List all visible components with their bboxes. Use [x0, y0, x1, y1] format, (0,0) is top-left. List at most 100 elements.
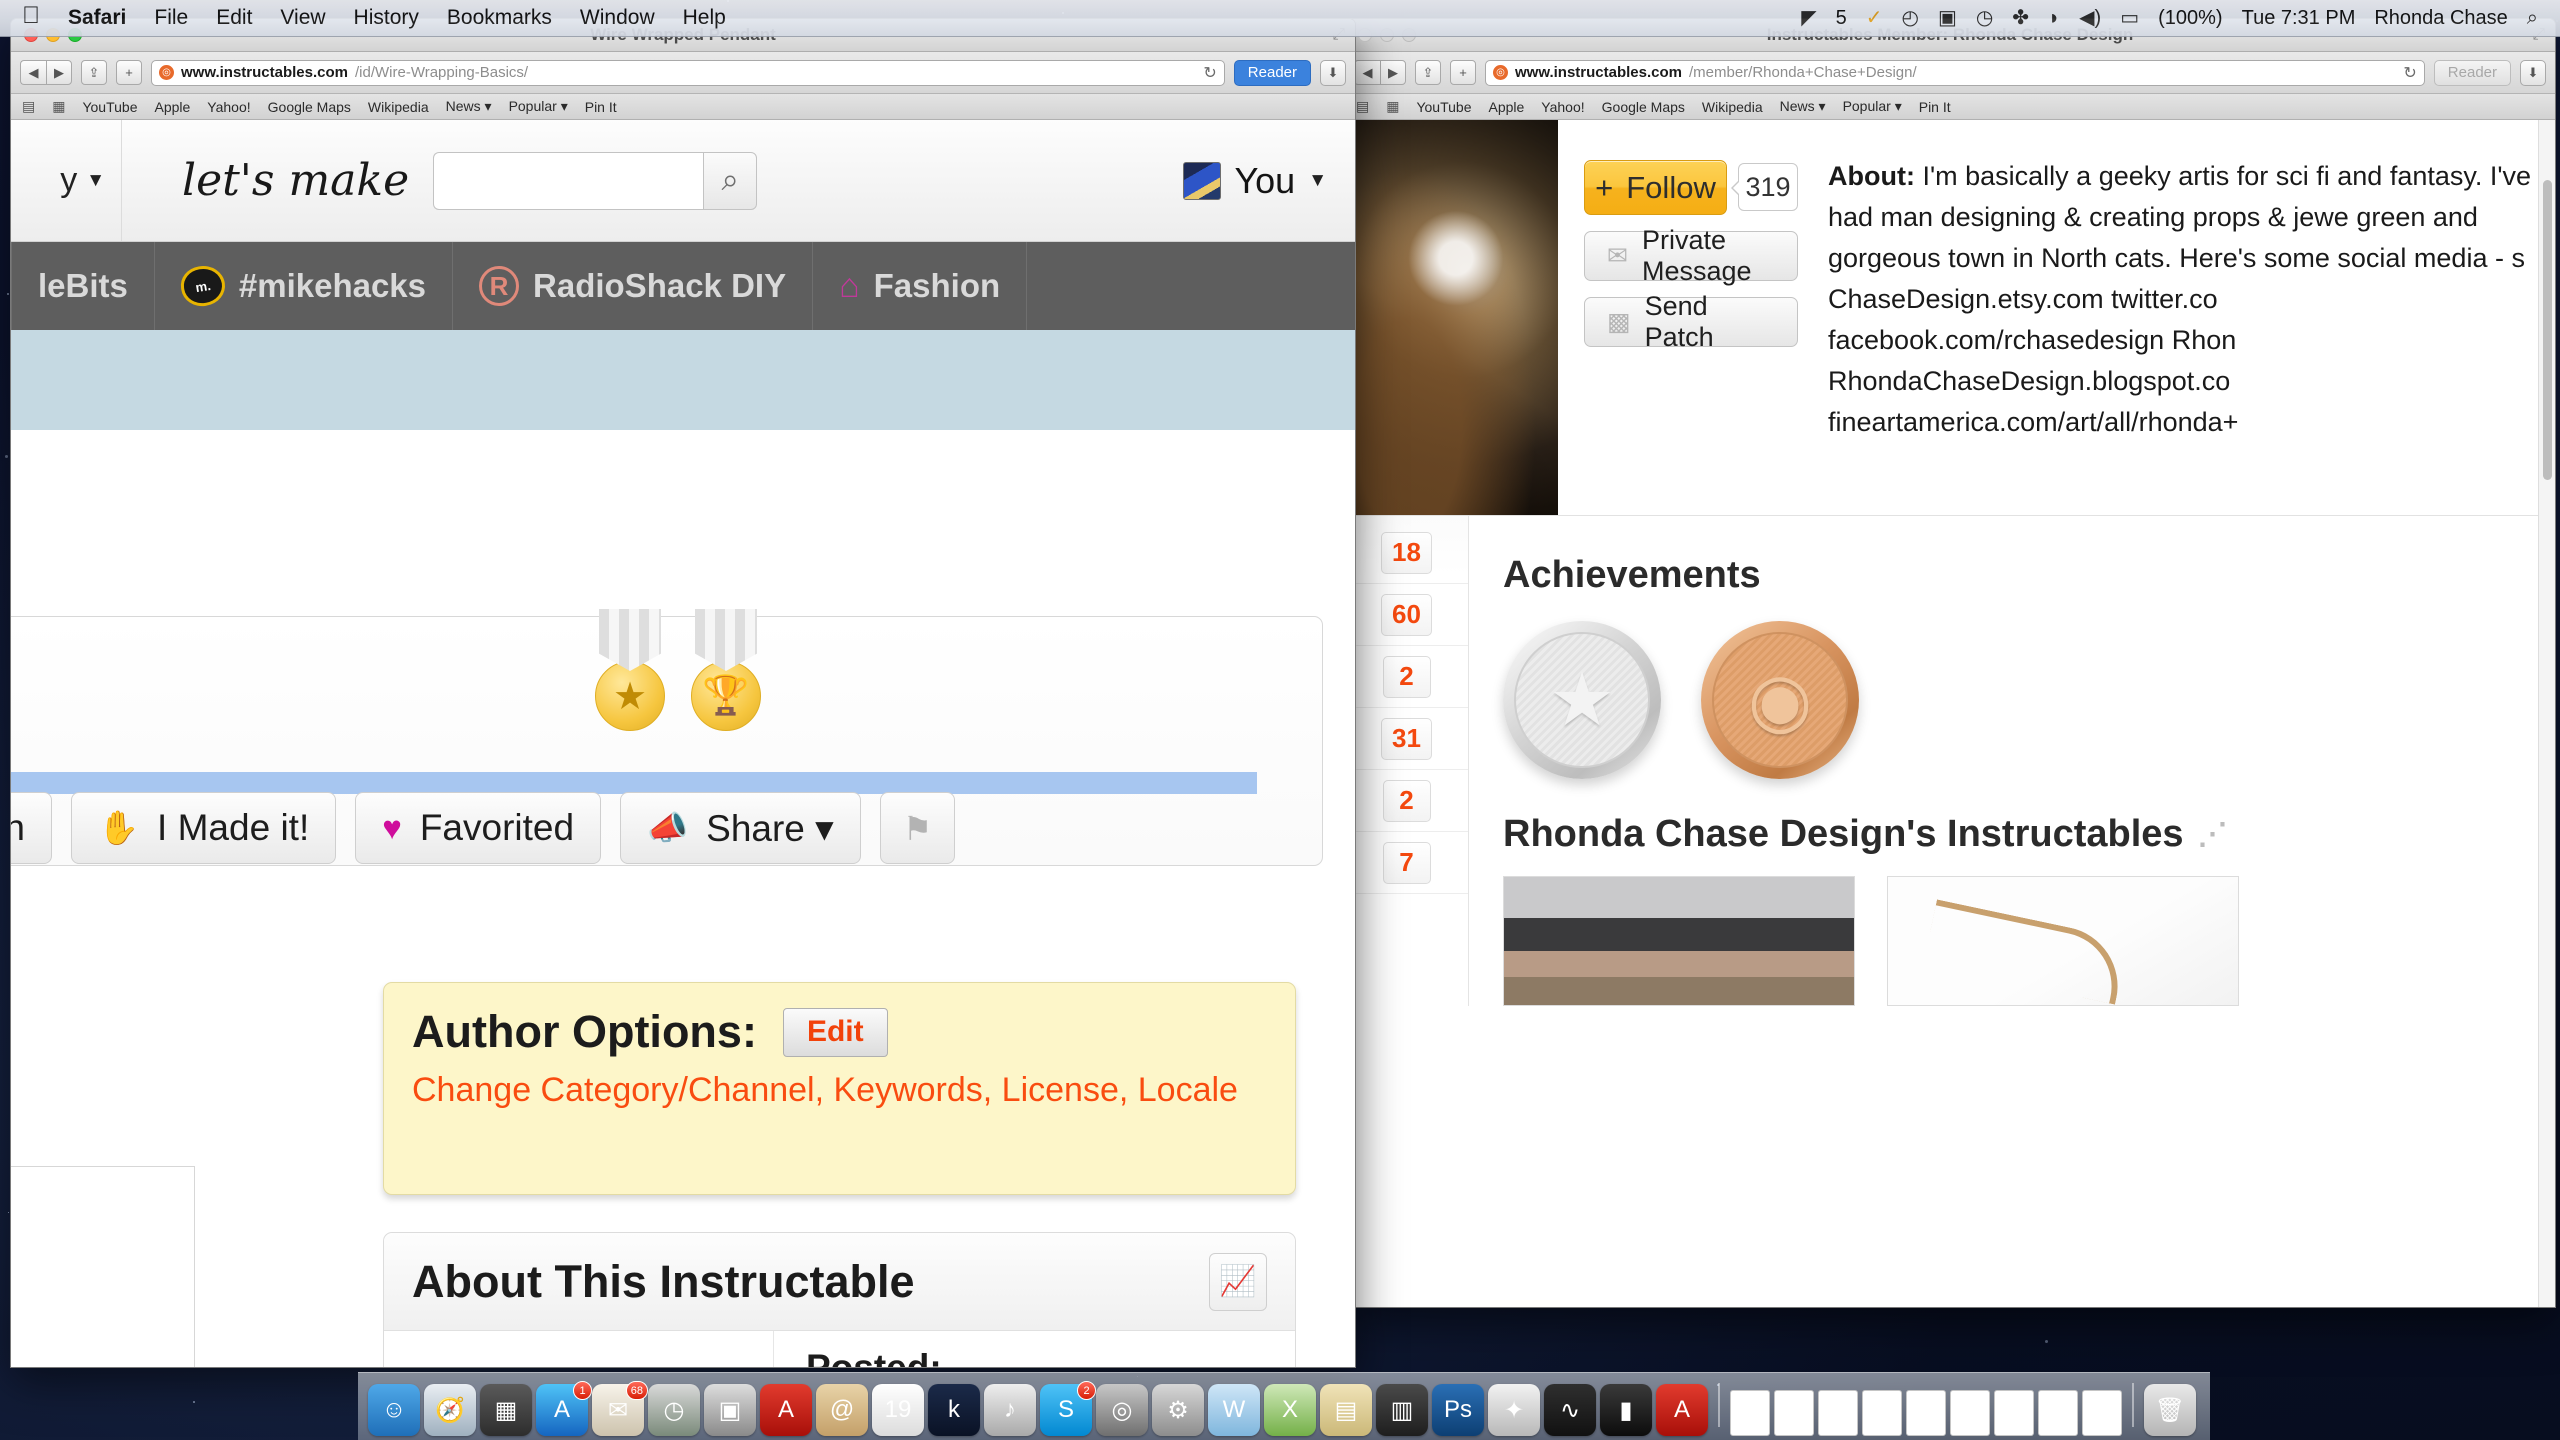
private-message-button[interactable]: ✉ Private Message	[1584, 225, 1798, 286]
dock-icon-skype[interactable]: S2	[1040, 1381, 1096, 1436]
menu-item-history[interactable]: History	[354, 6, 419, 30]
dock-icon-safari[interactable]: 🧭	[424, 1384, 476, 1436]
dock-minimized-window[interactable]	[2038, 1390, 2078, 1436]
safari-window-instructable-page[interactable]: Wire Wrapped Pendant ⤢ ◀ ▶ ⇪ + ◎ www.ins…	[10, 18, 1356, 1368]
share-icon[interactable]: ⇪	[1415, 60, 1441, 85]
dock-icon-finder[interactable]: ☺	[368, 1384, 420, 1436]
menu-bar-status-items[interactable]: ◤ 5 ✓ ◴ ▣ ◷ ✤ ◗ ◀) ▭ (100%) Tue 7:31 PM …	[1801, 7, 2560, 30]
menu-item-safari[interactable]: Safari	[68, 6, 126, 30]
bookmark-google-maps[interactable]: Google Maps	[1602, 99, 1685, 115]
volume-icon[interactable]: ◀)	[2079, 8, 2101, 28]
display-icon[interactable]: ▣	[1938, 8, 1957, 28]
rss-icon[interactable]: ⋰	[2198, 817, 2228, 852]
dropbox-icon[interactable]: ✓	[1866, 8, 1883, 28]
back-nav-buttons[interactable]: ◀ ▶	[1354, 60, 1406, 85]
signal-strength-icon[interactable]: ◤	[1801, 8, 1816, 28]
channel-radioshackdiy[interactable]: R RadioShack DIY	[453, 242, 814, 330]
timer-icon[interactable]: ◴	[1901, 8, 1918, 28]
bookmark-youtube[interactable]: YouTube	[1416, 99, 1471, 115]
dock-minimized-window[interactable]	[2082, 1390, 2122, 1436]
bookmark-wikipedia[interactable]: Wikipedia	[1702, 99, 1763, 115]
channel-nav-bar[interactable]: leBits m. #mikehacks R RadioShack DIY ⌂ Fashio…	[11, 242, 1355, 330]
action-button-imadeit[interactable]: ✋ I Made it!	[70, 792, 337, 864]
reload-icon[interactable]: ↻	[1203, 63, 1216, 83]
add-tab-icon[interactable]: +	[1450, 60, 1476, 85]
spotlight-search-icon[interactable]: ⌕	[2527, 8, 2538, 28]
menu-bar-user[interactable]: Rhonda Chase	[2374, 7, 2507, 30]
bookmark-popular[interactable]: Popular ▾	[509, 98, 568, 115]
dock-icon-notes[interactable]: ▤	[1320, 1384, 1372, 1436]
dock-minimized-window[interactable]	[1862, 1390, 1902, 1436]
wifi-icon[interactable]: ◗	[2048, 8, 2060, 28]
safari-window-member-page[interactable]: Instructables Member: Rhonda Chase Desig…	[1344, 18, 2556, 1308]
instructable-thumbnail-1[interactable]	[1503, 876, 1855, 1006]
back-window-scrollbar[interactable]	[2538, 120, 2555, 1307]
bookmark-youtube[interactable]: YouTube	[82, 99, 137, 115]
dock-icon-acrobat-reader[interactable]: A	[1656, 1384, 1708, 1436]
sidebar-icon[interactable]: ▤	[1356, 98, 1369, 115]
reader-button[interactable]: Reader	[2433, 59, 2511, 86]
channel-lebits[interactable]: leBits	[11, 242, 155, 330]
bookmark-news[interactable]: News ▾	[446, 98, 492, 115]
dock-icon-itunes[interactable]: ♪	[984, 1384, 1036, 1436]
follow-row[interactable]: + Follow 319	[1584, 160, 1798, 215]
silver-star-medal[interactable]: ★	[1503, 621, 1661, 779]
menu-item-bookmarks[interactable]: Bookmarks	[447, 6, 552, 30]
channel-fashion[interactable]: ⌂ Fashion	[813, 242, 1028, 330]
dock-icon-acrobat[interactable]: A	[760, 1384, 812, 1436]
apple-menu-icon[interactable]: 	[22, 4, 40, 28]
back-url-field[interactable]: ◎ www.instructables.com /member/Rhonda+C…	[1485, 59, 2425, 86]
bookmark-google-maps[interactable]: Google Maps	[268, 99, 351, 115]
user-menu[interactable]: You ▼	[1183, 160, 1355, 202]
dock-icon-calculator[interactable]: ▥	[1376, 1384, 1428, 1436]
dock-icon-excel[interactable]: X	[1264, 1384, 1316, 1436]
front-bookmarks-bar[interactable]: ▤ ▦ YouTube Apple Yahoo! Google Maps Wik…	[11, 94, 1355, 120]
channel-mikehacks[interactable]: m. #mikehacks	[155, 242, 454, 330]
dock-icon-trash[interactable]: 🗑	[2144, 1384, 2196, 1436]
stats-chart-icon[interactable]: 📈	[1209, 1252, 1267, 1311]
back-window-toolbar[interactable]: ◀ ▶ ⇪ + ◎ www.instructables.com /member/…	[1345, 52, 2555, 94]
reload-icon[interactable]: ↻	[2403, 63, 2416, 83]
dock-icon-color-picker[interactable]: ✦	[1488, 1384, 1540, 1436]
dock-icon-mail[interactable]: ✉ 68	[592, 1381, 648, 1436]
menu-bar-items[interactable]:  Safari File Edit View History Bookmarks Wind…	[0, 4, 726, 30]
step-photo-thumbnail[interactable]	[11, 1166, 195, 1367]
macos-menu-bar[interactable]:  Safari File Edit View History Bookmarks Wind…	[0, 0, 2560, 37]
dock-icon-word[interactable]: W	[1208, 1384, 1260, 1436]
battery-icon[interactable]: ▭	[2120, 8, 2139, 28]
forward-button-icon[interactable]: ▶	[46, 60, 72, 85]
search-icon[interactable]: ⌕	[703, 151, 758, 210]
dock-minimized-window[interactable]	[1730, 1390, 1770, 1436]
action-button-favorited[interactable]: ♥ Favorited	[355, 792, 602, 864]
share-icon[interactable]: ⇪	[81, 60, 107, 85]
bookmark-apple[interactable]: Apple	[1488, 99, 1524, 115]
top-sites-icon[interactable]: ▦	[52, 98, 65, 115]
reader-button[interactable]: Reader	[1233, 59, 1311, 86]
category-menu[interactable]: y ▼	[11, 161, 121, 200]
front-url-field[interactable]: ◎ www.instructables.com /id/Wire-Wrappin…	[151, 59, 1225, 86]
menu-item-file[interactable]: File	[154, 6, 188, 30]
dock-minimized-window[interactable]	[1906, 1390, 1946, 1436]
dock-minimized-window[interactable]	[1950, 1390, 1990, 1436]
back-button-icon[interactable]: ◀	[20, 60, 46, 85]
menu-item-view[interactable]: View	[280, 6, 325, 30]
sidebar-icon[interactable]: ▤	[22, 98, 35, 115]
instructable-thumbnail-2[interactable]	[1887, 876, 2239, 1006]
bookmark-popular[interactable]: Popular ▾	[1843, 98, 1902, 115]
profile-action-buttons[interactable]: + Follow 319 ✉ Private Message ▩ Send Pa…	[1558, 120, 1798, 515]
dock-icon-facetime[interactable]: ▣	[704, 1384, 756, 1436]
contest-winner-ribbon[interactable]: 🏆	[685, 609, 767, 731]
dock-icon-launchpad[interactable]: ▦	[480, 1384, 532, 1436]
time-machine-icon[interactable]: ◷	[1976, 8, 1993, 28]
menu-item-window[interactable]: Window	[580, 6, 655, 30]
bookmark-yahoo[interactable]: Yahoo!	[207, 99, 250, 115]
follow-button[interactable]: + Follow	[1584, 160, 1727, 215]
scrollbar-thumb[interactable]	[2543, 180, 2552, 480]
back-button-icon[interactable]: ◀	[1354, 60, 1380, 85]
bookmark-news[interactable]: News ▾	[1780, 98, 1826, 115]
site-search[interactable]: ⌕	[433, 151, 758, 210]
dock-icon-time-machine[interactable]: ◷	[648, 1384, 700, 1436]
bookmark-yahoo[interactable]: Yahoo!	[1541, 99, 1584, 115]
bookmark-pin-it[interactable]: Pin It	[1919, 99, 1951, 115]
flag-button[interactable]: ⚑	[879, 792, 956, 864]
